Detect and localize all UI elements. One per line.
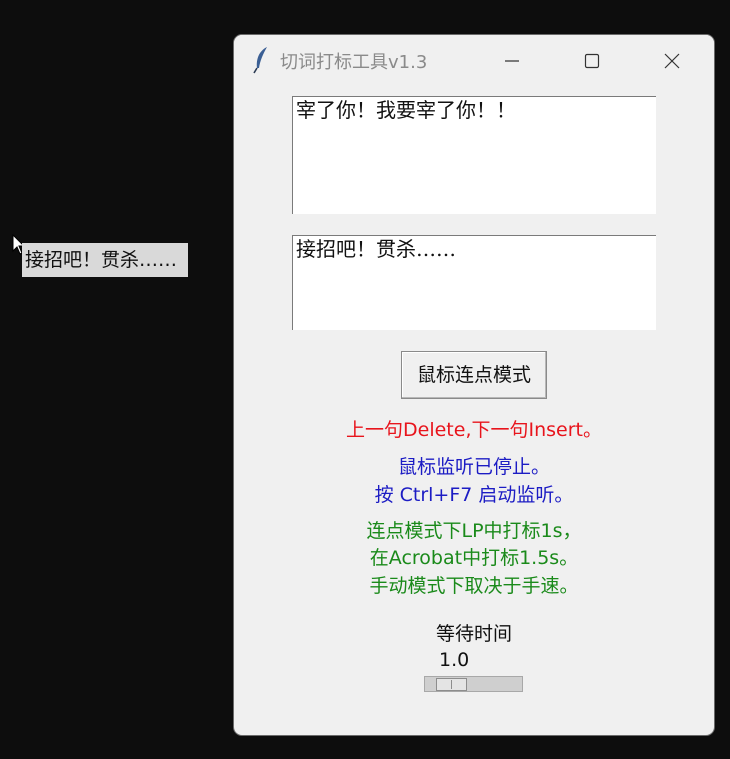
tip-line-2: 在Acrobat中打标1.5s。 — [369, 547, 579, 569]
window-title: 切词打标工具v1.3 — [280, 52, 428, 73]
next-sentence-textbox[interactable]: 接招吧！贯杀…… — [292, 235, 656, 330]
tooltip-popup: 接招吧！贯杀…… — [22, 243, 188, 277]
tip-line-3: 手动模式下取决于手速。 — [369, 575, 579, 597]
wait-time-label: 等待时间 — [435, 623, 512, 645]
listen-status: 鼠标监听已停止。 — [397, 456, 550, 478]
wait-time-slider[interactable] — [424, 676, 523, 692]
current-sentence-textbox[interactable]: 宰了你！我要宰了你！！ — [292, 96, 656, 214]
listen-hint: 按 Ctrl+F7 启动监听。 — [374, 484, 574, 506]
maximize-icon — [584, 53, 600, 69]
wait-time-value: 1.0 — [439, 649, 470, 671]
app-window: 切词打标工具v1.3 宰了你！我要宰了你！！ 接招吧！贯杀…… 鼠标连点模式 上… — [233, 34, 715, 736]
slider-thumb[interactable] — [436, 678, 467, 691]
close-button[interactable] — [632, 35, 712, 87]
close-icon — [664, 53, 680, 69]
hotkeys-hint: 上一句Delete,下一句Insert。 — [346, 419, 602, 441]
feather-icon — [253, 47, 267, 74]
tip-line-1: 连点模式下LP中打标1s， — [366, 520, 582, 542]
minimize-button[interactable] — [472, 35, 552, 87]
title-bar[interactable]: 切词打标工具v1.3 — [234, 35, 714, 87]
maximize-button[interactable] — [552, 35, 632, 87]
mouse-click-mode-button[interactable]: 鼠标连点模式 — [401, 351, 547, 399]
minimize-icon — [505, 60, 519, 62]
